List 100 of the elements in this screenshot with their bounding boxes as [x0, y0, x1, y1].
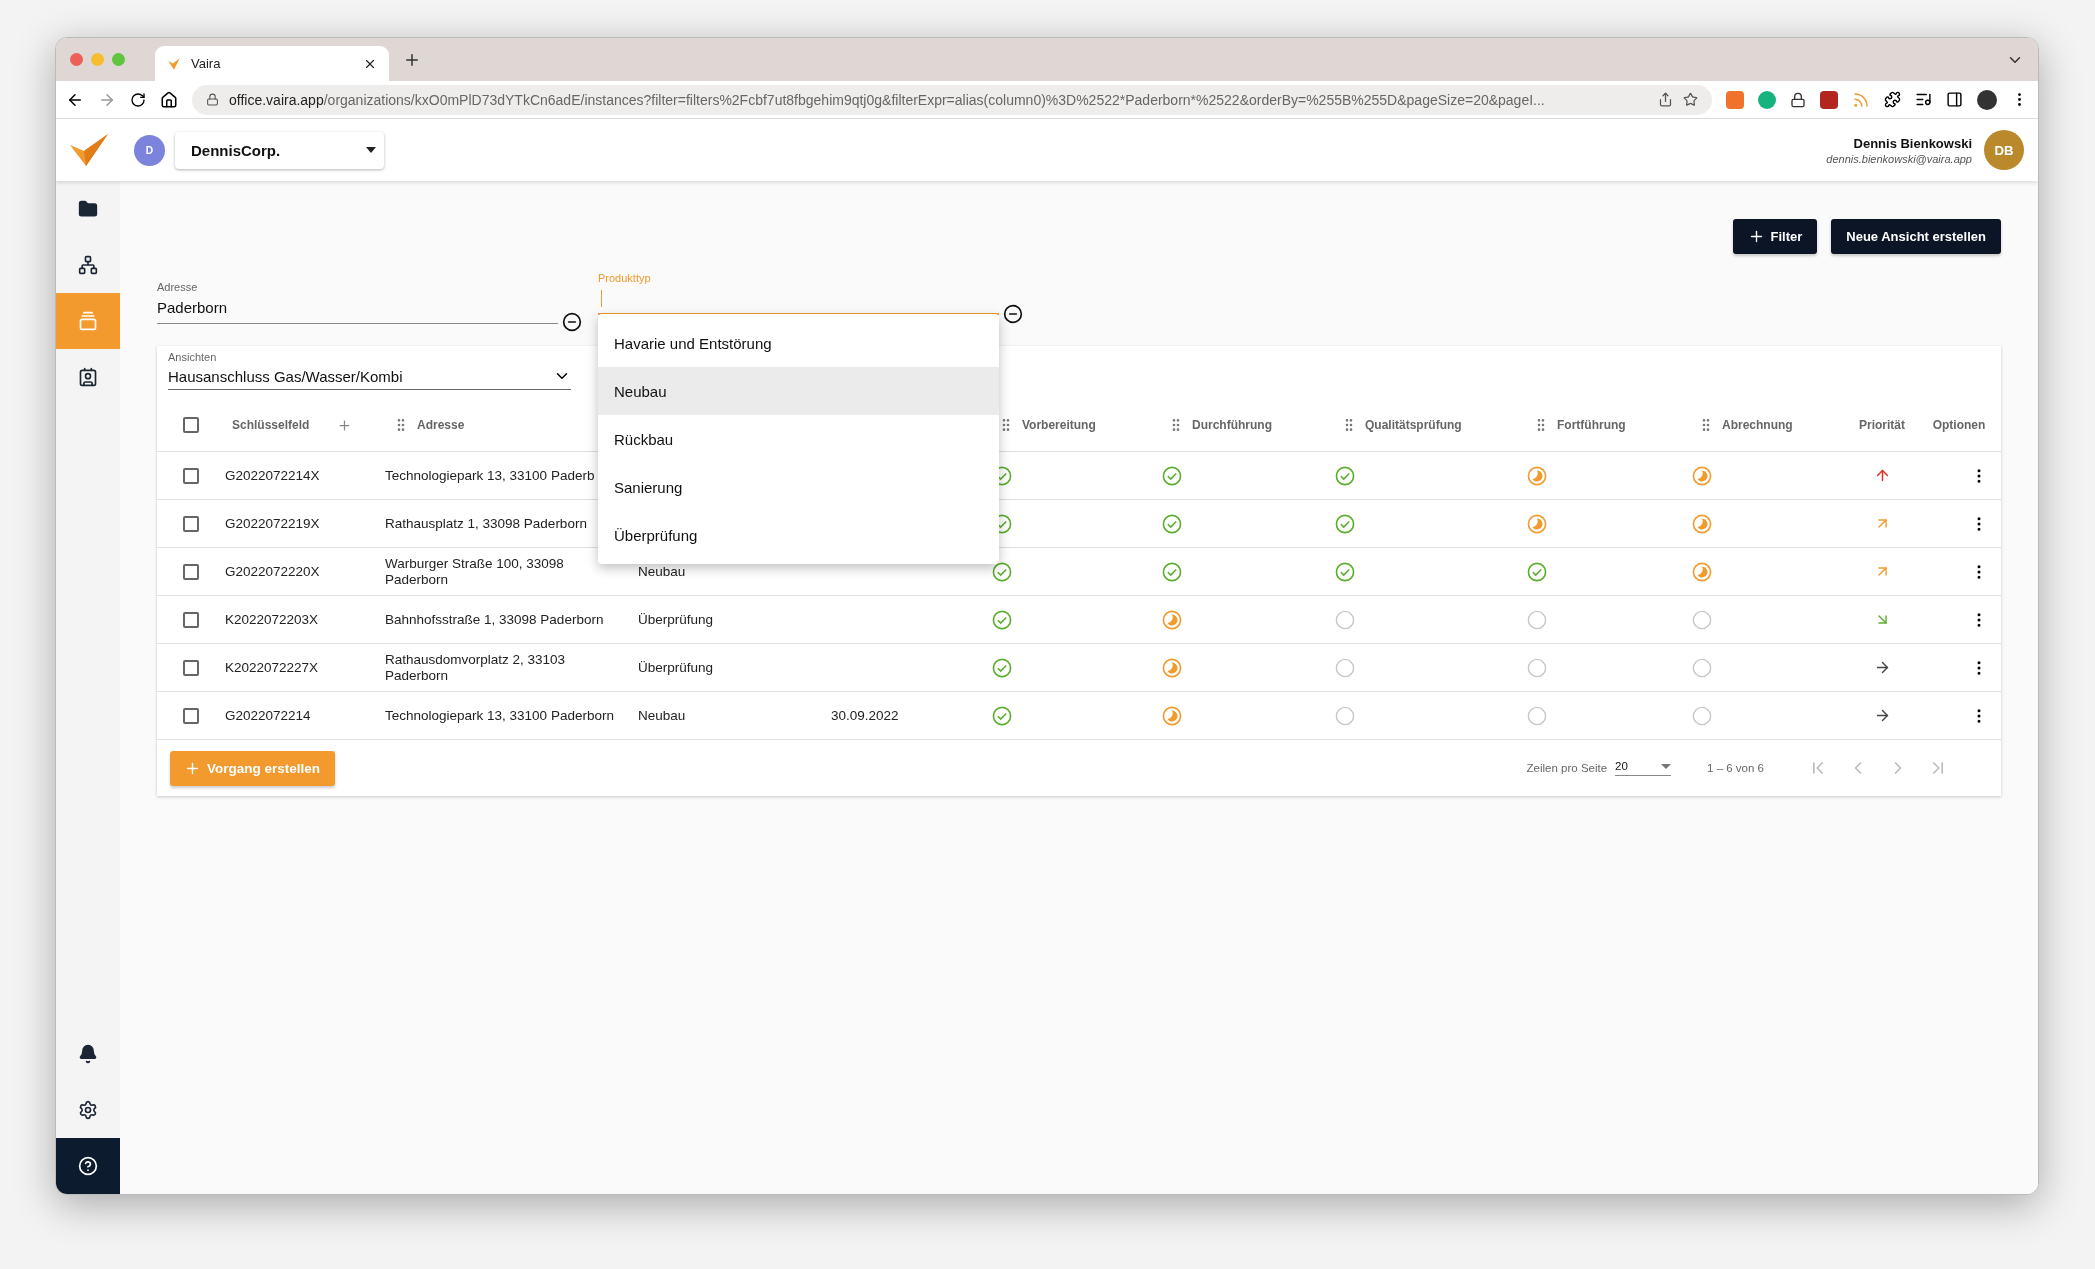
media-queue-icon[interactable]	[1915, 91, 1932, 108]
add-column-icon[interactable]	[337, 417, 353, 433]
empty-circle-icon	[1527, 705, 1547, 726]
table-cell: Technologiepark 13, 33100 Paderborn	[385, 707, 614, 724]
filter-button[interactable]: Filter	[1732, 219, 1818, 254]
dropdown-option[interactable]: Rückbau	[598, 415, 999, 463]
browser-tab[interactable]: Vaira	[155, 46, 389, 81]
logo-icon	[68, 133, 110, 167]
dropdown-option[interactable]: Havarie und Entstörung	[598, 319, 999, 367]
organization-select[interactable]: DennisCorp.	[175, 131, 384, 169]
progress-circle-icon	[1527, 465, 1547, 486]
reload-icon[interactable]	[130, 91, 146, 108]
table-cell: Überprüfung	[638, 659, 714, 676]
view-select[interactable]: Ansichten Hausanschluss Gas/Wasser/Kombi	[168, 351, 571, 390]
row-checkbox[interactable]	[183, 659, 199, 676]
lock-extension-icon[interactable]	[1790, 91, 1806, 108]
notification-bell-icon	[78, 1044, 98, 1064]
row-checkbox[interactable]	[183, 707, 199, 724]
table-cell: Bahnhofsstraße 1, 33098 Paderborn	[385, 611, 604, 628]
column-header[interactable]: Vorbereitung	[1022, 418, 1096, 432]
column-header[interactable]: Abrechnung	[1722, 418, 1793, 432]
help-icon	[78, 1156, 98, 1176]
progress-circle-icon	[1692, 561, 1712, 582]
filter-field[interactable]: Adresse Paderborn	[157, 281, 558, 324]
side-panel-icon[interactable]	[1946, 91, 1963, 108]
row-checkbox[interactable]	[183, 611, 199, 628]
table-cell: Überprüfung	[638, 611, 714, 628]
empty-circle-icon	[1527, 609, 1547, 630]
check-circle-icon	[1335, 465, 1355, 486]
empty-circle-icon	[1335, 657, 1355, 678]
remove-filter-icon[interactable]	[1003, 304, 1023, 324]
extensions-puzzle-icon[interactable]	[1884, 91, 1901, 108]
extension-icon[interactable]	[1726, 90, 1744, 109]
column-header[interactable]: Schlüsselfeld	[232, 418, 310, 432]
progress-circle-icon	[1162, 609, 1182, 630]
empty-circle-icon	[1335, 705, 1355, 726]
table-cell: Rathausplatz 1, 33098 Paderborn	[385, 515, 587, 532]
dropdown-option[interactable]: Sanierung	[598, 463, 999, 511]
dropdown-option[interactable]: Neubau	[598, 367, 999, 415]
progress-circle-icon	[1162, 657, 1182, 678]
select-all-checkbox[interactable]	[183, 417, 199, 433]
table-cell: Neubau	[638, 707, 686, 724]
home-icon[interactable]	[160, 90, 178, 109]
page-size-select[interactable]: 20	[1615, 760, 1672, 776]
caret-icon	[366, 147, 376, 153]
table-cell: K2022072227X	[225, 659, 319, 676]
extension-icon[interactable]	[1820, 90, 1838, 109]
tab-title: Vaira	[191, 56, 222, 71]
empty-circle-icon	[1692, 705, 1712, 726]
profile-avatar[interactable]	[1977, 89, 1997, 110]
column-header[interactable]: Qualitätsprüfung	[1365, 418, 1462, 432]
check-circle-icon	[992, 561, 1012, 582]
column-header: Optionen	[1932, 418, 1986, 432]
table-cell: Technologiepark 13, 33100 Paderb	[385, 467, 595, 484]
table-cell: G2022072219X	[225, 515, 320, 532]
empty-circle-icon	[1692, 609, 1712, 630]
check-circle-icon	[1527, 561, 1547, 582]
page-range: 1 – 6 von 6	[1707, 762, 1764, 774]
row-checkbox[interactable]	[183, 563, 199, 580]
lock-icon	[206, 93, 219, 106]
hierarchy-icon	[78, 255, 98, 275]
stacked-cards-icon	[78, 311, 98, 331]
table-cell-text: Warburger Straße 100, 33098 Paderborn	[385, 555, 565, 588]
check-circle-icon	[1162, 465, 1182, 486]
row-checkbox[interactable]	[183, 467, 199, 484]
column-header[interactable]: Durchführung	[1192, 418, 1272, 432]
table-cell: K2022072203X	[225, 611, 319, 628]
organization-avatar: D	[134, 134, 165, 166]
extension-icon[interactable]	[1758, 90, 1776, 109]
row-checkbox[interactable]	[183, 515, 199, 532]
column-header: Priorität	[1859, 418, 1905, 432]
remove-filter-icon[interactable]	[562, 312, 582, 332]
column-header[interactable]: Fortführung	[1557, 418, 1626, 432]
check-circle-icon	[1162, 561, 1182, 582]
new-view-button[interactable]: Neue Ansicht erstellen	[1831, 219, 2001, 254]
address-bar[interactable]: office.vaira.app/organizations/kxO0mPlD73dYTkCn6adE/instances?filter=filters%2Fcbf7ut8fbgehim9qtj0g&filterExpr=alias(column0)%3D%2522*Paderborn*%2522&orderBy=%255B%255D&pageSize=20&pageI...	[192, 84, 1712, 115]
table-cell: Neubau	[638, 563, 686, 580]
bookmark-star-icon[interactable]	[1683, 92, 1698, 107]
progress-circle-icon	[1692, 513, 1712, 534]
user-name: Dennis Bienkowski	[1853, 135, 1972, 151]
progress-circle-icon	[1692, 465, 1712, 486]
progress-circle-icon	[1162, 705, 1182, 726]
share-icon[interactable]	[1658, 92, 1673, 107]
empty-circle-icon	[1335, 609, 1355, 630]
dropdown-option[interactable]: Überprüfung	[598, 511, 999, 559]
url-text: office.vaira.app/organizations/kxO0mPlD73dYTkCn6adE/instances?filter=filters%2Fcbf7ut8fbgehim9qtj0g&filterExpr=alias(column0)%3D%2522*Paderborn*%2522&orderBy=%255B%255D&pageSize=20&pageI...	[229, 91, 1546, 108]
caret-icon	[1661, 763, 1672, 769]
column-header[interactable]: Adresse	[417, 418, 465, 432]
rows-per-page-label: Zeilen pro Seite	[1526, 762, 1608, 774]
contact-card-icon	[78, 367, 98, 387]
check-circle-icon	[1162, 513, 1182, 534]
table-cell: G2022072214	[225, 707, 311, 724]
table-cell: G2022072220X	[225, 563, 320, 580]
folder-icon	[78, 199, 98, 219]
user-email: dennis.bienkowski@vaira.app	[1826, 152, 1972, 165]
sidebar-item[interactable]	[56, 1138, 120, 1194]
check-circle-icon	[1335, 561, 1355, 582]
logo-icon	[167, 56, 181, 71]
table-cell: G2022072214X	[225, 467, 320, 484]
check-circle-icon	[992, 657, 1012, 678]
